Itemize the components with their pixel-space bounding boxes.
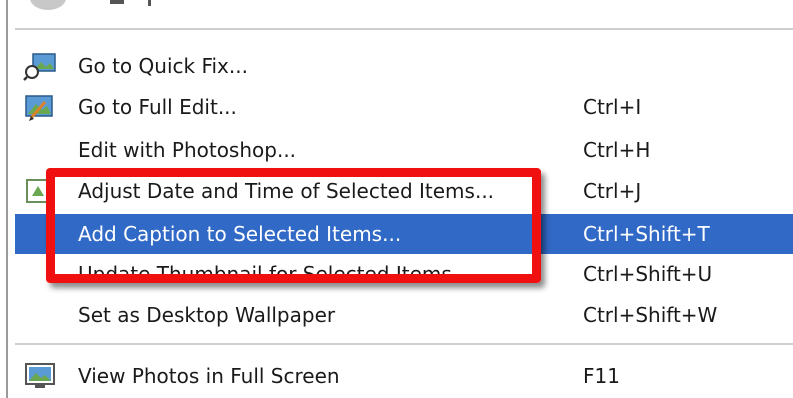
menu-item-shortcut: Ctrl+I [583, 95, 642, 119]
menu-item-shortcut: Ctrl+Shift+W [583, 303, 718, 327]
menu-item-shortcut: F11 [583, 364, 620, 388]
partial-icon [30, 0, 66, 10]
menu-item-shortcut: Ctrl+Shift+T [583, 222, 710, 246]
menu-item-set-wallpaper[interactable]: Set as Desktop Wallpaper Ctrl+Shift+W [15, 295, 793, 335]
full-edit-icon [23, 92, 57, 122]
menu-item-shortcut: Ctrl+J [583, 179, 642, 203]
menu-item-label: Go to Quick Fix... [78, 54, 248, 78]
context-menu: Go to Quick Fix... Go to Full Edit... Ct… [0, 0, 793, 398]
menu-item-label: Set as Desktop Wallpaper [78, 303, 336, 327]
menu-item-full-screen[interactable]: View Photos in Full Screen F11 [15, 356, 793, 396]
quick-fix-icon [23, 51, 57, 81]
menu-item-quick-fix[interactable]: Go to Quick Fix... [15, 46, 793, 86]
menu-item-label: Edit with Photoshop... [78, 138, 297, 162]
partial-menu-item-top [30, 0, 230, 14]
menu-item-edit-photoshop[interactable]: Edit with Photoshop... Ctrl+H [15, 130, 793, 170]
menu-item-label: Go to Full Edit... [78, 95, 237, 119]
menu-separator [15, 28, 793, 30]
full-screen-icon [23, 361, 57, 391]
annotation-highlight-box [46, 168, 541, 283]
menu-item-full-edit[interactable]: Go to Full Edit... Ctrl+I [15, 87, 793, 127]
menu-separator [15, 343, 793, 345]
menu-left-border [6, 0, 8, 398]
menu-item-label: View Photos in Full Screen [78, 364, 340, 388]
menu-item-shortcut: Ctrl+H [583, 138, 651, 162]
menu-item-shortcut: Ctrl+Shift+U [583, 262, 713, 286]
